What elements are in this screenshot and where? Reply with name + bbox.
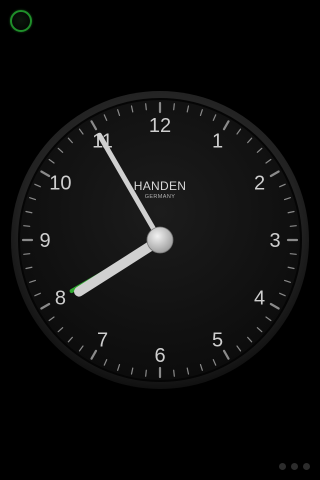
- minor-tick: [23, 225, 31, 227]
- numeral-7: 7: [97, 330, 108, 352]
- page-dot[interactable]: [279, 463, 286, 470]
- minor-tick: [173, 103, 175, 111]
- numeral-10: 10: [49, 173, 71, 195]
- numeral-5: 5: [212, 330, 223, 352]
- minor-tick: [289, 253, 297, 255]
- numeral-2: 2: [254, 173, 265, 195]
- page-dot[interactable]: [291, 463, 298, 470]
- center-hub: [146, 226, 174, 254]
- minor-tick: [145, 103, 147, 111]
- minor-tick: [145, 369, 147, 377]
- minor-tick: [173, 369, 175, 377]
- numeral-6: 6: [154, 345, 165, 367]
- minor-tick: [23, 253, 31, 255]
- clock-face-svg: 121234567891011 HANDEN GERMANY: [11, 91, 309, 389]
- brand-label: HANDEN: [134, 179, 186, 193]
- minor-tick: [289, 225, 297, 227]
- page-dot[interactable]: [303, 463, 310, 470]
- numeral-4: 4: [254, 288, 265, 310]
- page-indicator[interactable]: [279, 463, 310, 470]
- numeral-1: 1: [212, 130, 223, 152]
- clock-screen: 121234567891011 HANDEN GERMANY: [0, 0, 320, 480]
- numeral-8: 8: [55, 288, 66, 310]
- alarm-indicator-icon[interactable]: [10, 10, 32, 32]
- origin-label: GERMANY: [145, 194, 176, 200]
- numeral-9: 9: [39, 230, 50, 252]
- numeral-12: 12: [149, 115, 171, 137]
- numeral-3: 3: [269, 230, 280, 252]
- analog-clock[interactable]: 121234567891011 HANDEN GERMANY: [10, 90, 310, 390]
